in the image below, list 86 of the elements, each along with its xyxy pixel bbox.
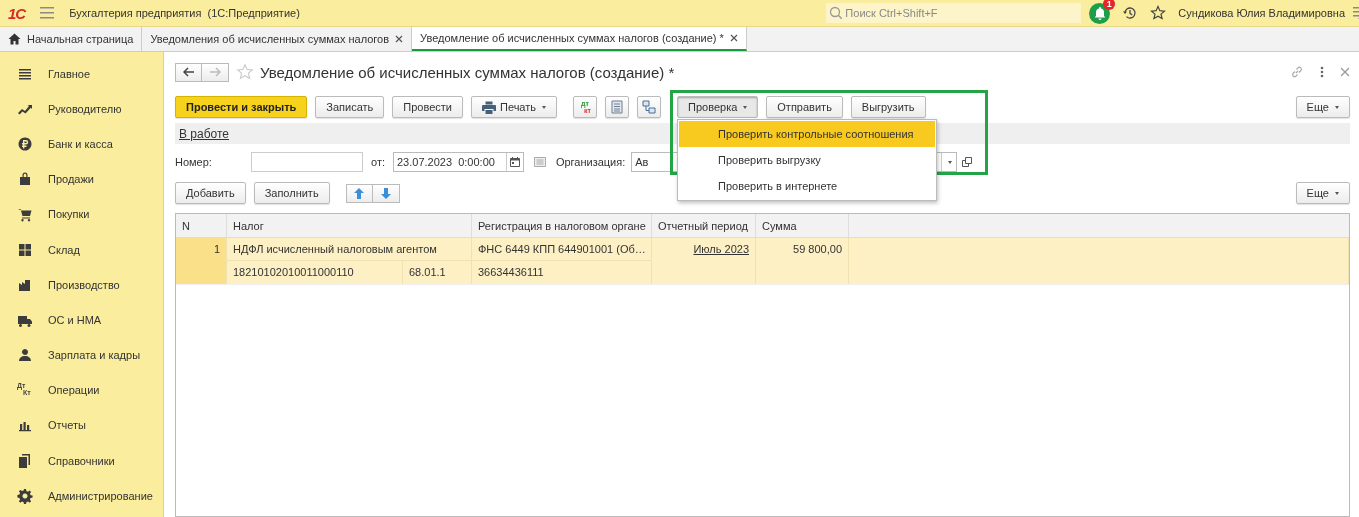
close-icon[interactable] xyxy=(729,34,738,42)
sidebar-item[interactable]: Производство xyxy=(0,267,163,303)
logo[interactable]: 1С xyxy=(8,4,26,22)
section-icon xyxy=(17,135,33,152)
home-icon xyxy=(8,33,21,45)
back-button[interactable] xyxy=(175,62,202,82)
caret-icon xyxy=(1335,191,1339,195)
open-icon[interactable] xyxy=(962,157,973,167)
sidebar-item[interactable]: Банк и касса xyxy=(0,126,163,162)
move-down-button[interactable] xyxy=(372,183,400,203)
table-cell-text: 36634436111 xyxy=(477,265,545,280)
history-icon[interactable] xyxy=(1122,5,1139,21)
sidebar-item[interactable]: Отчеты xyxy=(0,407,163,444)
star-icon[interactable] xyxy=(1150,5,1167,21)
section-icon xyxy=(17,206,33,223)
sidebar-item[interactable]: Продажи xyxy=(0,161,163,197)
field-label: Номер: xyxy=(175,156,213,168)
section-icon xyxy=(17,171,33,188)
toolbar-button[interactable]: Отправить xyxy=(766,96,843,118)
table-cell: 1 xyxy=(176,238,227,284)
more-button[interactable]: Еще xyxy=(1295,182,1350,204)
link-icon[interactable] xyxy=(1290,65,1304,79)
sidebar-item[interactable]: Справочники xyxy=(0,443,163,479)
structure-icon xyxy=(642,100,657,114)
section-icon xyxy=(17,452,33,469)
calendar-icon[interactable] xyxy=(505,153,523,171)
table-cell: НДФЛ исчисленный налоговым агентом xyxy=(227,238,471,261)
close-icon[interactable] xyxy=(395,35,404,43)
toolbar-button[interactable]: Проверка xyxy=(677,96,759,118)
table-cell-text: 68.01.1 xyxy=(408,265,447,280)
sidebar-item[interactable]: Зарплата и кадры xyxy=(0,337,163,373)
list-button[interactable] xyxy=(605,96,630,118)
search-field[interactable]: Поиск Ctrl+Shift+F xyxy=(826,3,1082,23)
sidebar-item[interactable]: ОС и НМА xyxy=(0,302,163,338)
structure-button[interactable] xyxy=(637,96,662,118)
toolbar-button[interactable]: Провести и закрыть xyxy=(175,96,308,118)
toolbar-button[interactable]: Записать xyxy=(315,96,385,118)
toolbar-button[interactable]: Провести xyxy=(392,96,463,118)
printer-icon xyxy=(482,100,496,114)
more-icon[interactable] xyxy=(1320,66,1324,78)
column-header[interactable]: Налог xyxy=(227,214,472,237)
menu-icon[interactable] xyxy=(39,6,56,20)
column-header[interactable]: Отчетный период xyxy=(652,214,756,237)
section-icon xyxy=(17,347,33,364)
caret-icon xyxy=(1335,105,1339,109)
menu-item[interactable]: Проверить выгрузку xyxy=(679,147,936,173)
toolbar-button[interactable]: Выгрузить xyxy=(850,96,926,118)
column-header[interactable]: Регистрация в налоговом органе xyxy=(472,214,652,237)
menu-item[interactable]: Проверить в интернете xyxy=(679,173,936,199)
sidebar-item[interactable]: Руководителю xyxy=(0,91,163,127)
more-button[interactable]: Еще xyxy=(1295,96,1350,118)
number-field[interactable] xyxy=(251,152,363,172)
tab[interactable]: Уведомление об исчисленных суммах налогов (создание) * xyxy=(412,27,747,51)
table-cell: ФНС 6449 КПП 644901001 (Об… xyxy=(472,238,651,261)
arrow-down-icon xyxy=(380,187,391,199)
status-link[interactable]: В работе xyxy=(179,126,229,141)
move-up-button[interactable] xyxy=(345,183,373,203)
arrow-up-icon xyxy=(354,187,365,199)
table-button[interactable]: Добавить xyxy=(175,182,246,204)
column-header[interactable]: Сумма xyxy=(756,214,849,237)
field-label: от: xyxy=(371,156,386,168)
user-name[interactable]: Сундикова Юлия Владимировна xyxy=(1178,7,1345,19)
tab[interactable]: Начальная страница xyxy=(0,27,143,51)
search-icon xyxy=(829,6,844,20)
table-cell: 59 800,00 xyxy=(756,238,849,284)
sidebar-item[interactable]: Главное xyxy=(0,56,163,92)
table-cell: 18210102010011000110 xyxy=(227,261,403,284)
form-title: Уведомление об исчисленных суммах налогов (создание) * xyxy=(260,63,675,81)
arrow-right-icon xyxy=(209,67,221,77)
date-field[interactable]: 23.07.2023 0:00:00 xyxy=(393,152,524,172)
section-icon xyxy=(17,241,33,258)
period-link[interactable]: Июль 2023 xyxy=(693,243,749,255)
table-button[interactable]: Заполнить xyxy=(253,182,330,204)
arrow-left-icon xyxy=(182,67,195,77)
document-icon[interactable] xyxy=(533,157,546,167)
sidebar-item[interactable]: Покупки xyxy=(0,196,163,232)
column-header[interactable]: N xyxy=(176,214,227,237)
menu-item[interactable]: Проверить контрольные соотношения xyxy=(679,121,936,147)
app-title: Бухгалтерия предприятия (1С:Предприятие) xyxy=(69,7,300,19)
toolbar-button[interactable]: Печать xyxy=(471,96,558,118)
list-icon xyxy=(611,100,624,114)
field-label: Организация: xyxy=(555,156,626,168)
sidebar-item[interactable]: Администрирование xyxy=(0,478,163,514)
section-icon xyxy=(17,487,33,504)
sidebar-item[interactable]: Склад xyxy=(0,231,163,268)
notification-badge: 1 xyxy=(1103,0,1116,10)
